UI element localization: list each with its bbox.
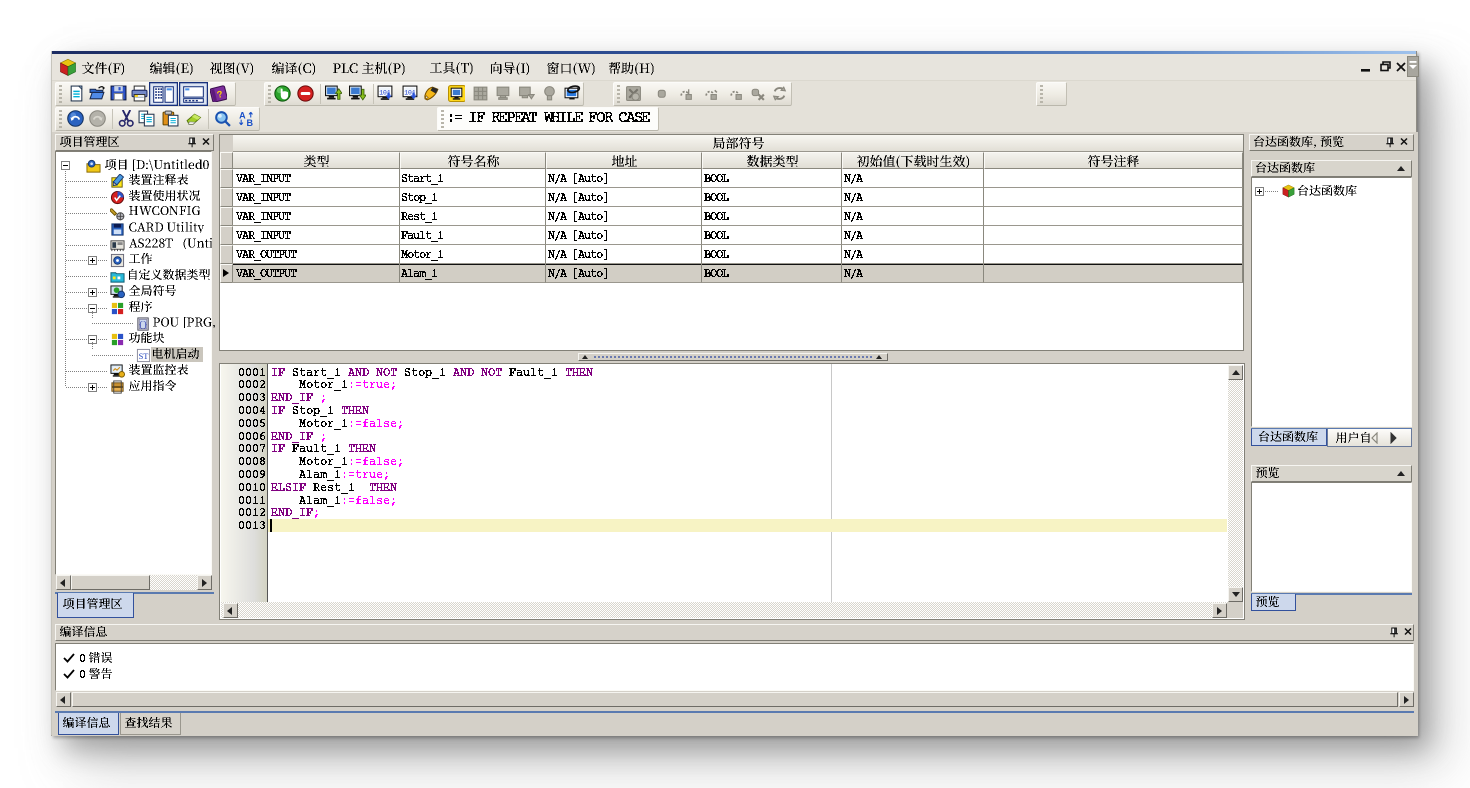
svg-text:ST: ST xyxy=(138,351,148,361)
svg-text:A: A xyxy=(239,111,246,121)
svg-text:B: B xyxy=(247,118,254,127)
svg-text:{}: {} xyxy=(138,321,147,329)
